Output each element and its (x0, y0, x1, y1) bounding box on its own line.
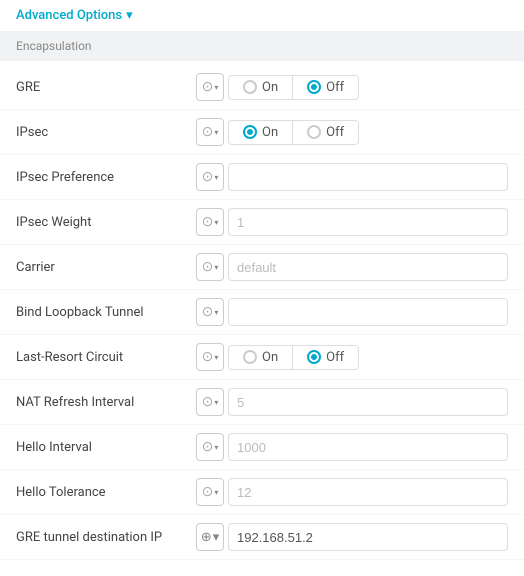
advanced-options-title: Advanced Options (16, 8, 122, 23)
options-btn-last-resort[interactable]: ⊙▾ (196, 343, 224, 371)
input-hello-interval[interactable] (228, 433, 508, 461)
label-ipsec: IPsec (16, 125, 196, 140)
radio-label-ipsec-off: Off (326, 125, 344, 140)
control-bind-loopback: ⊙▾ (196, 298, 508, 326)
input-ipsec-weight[interactable] (228, 208, 508, 236)
options-btn-bind-loopback[interactable]: ⊙▾ (196, 298, 224, 326)
control-ipsec-preference: ⊙▾ (196, 163, 508, 191)
radio-opt-last-resort-on[interactable]: On (229, 346, 293, 369)
options-btn-carrier[interactable]: ⊙▾ (196, 253, 224, 281)
radio-label-gre-off: Off (326, 80, 344, 95)
label-gre: GRE (16, 80, 196, 95)
options-btn-nat-refresh[interactable]: ⊙▾ (196, 388, 224, 416)
radio-opt-ipsec-on[interactable]: On (229, 121, 293, 144)
radio-group-gre: On Off (228, 75, 359, 100)
control-hello-interval: ⊙▾ (196, 433, 508, 461)
label-bind-loopback: Bind Loopback Tunnel (16, 305, 196, 320)
form-row-ipsec-weight: IPsec Weight⊙▾ (0, 200, 524, 245)
radio-group-last-resort: On Off (228, 345, 359, 370)
radio-opt-ipsec-off[interactable]: Off (293, 121, 358, 144)
control-ipsec-weight: ⊙▾ (196, 208, 508, 236)
control-gre-tunnel-dest: ⊕▾ (196, 523, 508, 551)
caret-icon: ▾ (213, 530, 220, 545)
form-row-gre-tunnel-dest: GRE tunnel destination IP⊕▾ (0, 515, 524, 560)
control-nat-refresh: ⊙▾ (196, 388, 508, 416)
radio-circle-last-resort-on (243, 350, 257, 364)
radio-circle-gre-off (307, 80, 321, 94)
label-hello-interval: Hello Interval (16, 440, 196, 455)
form-row-gre: GRE⊙▾ On Off (0, 65, 524, 110)
label-nat-refresh: NAT Refresh Interval (16, 395, 196, 410)
radio-circle-ipsec-off (307, 125, 321, 139)
label-ipsec-preference: IPsec Preference (16, 170, 196, 185)
form-row-ipsec: IPsec⊙▾ On Off (0, 110, 524, 155)
radio-circle-ipsec-on (243, 125, 257, 139)
globe-icon: ⊕ (201, 530, 212, 545)
globe-btn-gre-tunnel-dest[interactable]: ⊕▾ (196, 523, 224, 551)
encapsulation-section-header: Encapsulation (0, 31, 524, 61)
input-hello-tolerance[interactable] (228, 478, 508, 506)
radio-opt-gre-on[interactable]: On (229, 76, 293, 99)
radio-opt-gre-off[interactable]: Off (293, 76, 358, 99)
input-ipsec-preference[interactable] (228, 163, 508, 191)
control-hello-tolerance: ⊙▾ (196, 478, 508, 506)
control-last-resort: ⊙▾ On Off (196, 343, 508, 371)
radio-label-ipsec-on: On (262, 125, 278, 140)
label-gre-tunnel-dest: GRE tunnel destination IP (16, 530, 196, 545)
form-row-hello-interval: Hello Interval⊙▾ (0, 425, 524, 470)
label-ipsec-weight: IPsec Weight (16, 215, 196, 230)
options-btn-ipsec[interactable]: ⊙▾ (196, 118, 224, 146)
input-carrier[interactable] (228, 253, 508, 281)
label-last-resort: Last-Resort Circuit (16, 350, 196, 365)
radio-group-ipsec: On Off (228, 120, 359, 145)
advanced-options-header[interactable]: Advanced Options ▾ (0, 0, 524, 31)
options-btn-ipsec-preference[interactable]: ⊙▾ (196, 163, 224, 191)
control-ipsec: ⊙▾ On Off (196, 118, 508, 146)
radio-opt-last-resort-off[interactable]: Off (293, 346, 358, 369)
radio-circle-last-resort-off (307, 350, 321, 364)
options-btn-ipsec-weight[interactable]: ⊙▾ (196, 208, 224, 236)
form-row-carrier: Carrier⊙▾ (0, 245, 524, 290)
options-btn-gre[interactable]: ⊙▾ (196, 73, 224, 101)
control-gre: ⊙▾ On Off (196, 73, 508, 101)
radio-circle-gre-on (243, 80, 257, 94)
radio-label-last-resort-on: On (262, 350, 278, 365)
form-row-hello-tolerance: Hello Tolerance⊙▾ (0, 470, 524, 515)
form-row-bind-loopback: Bind Loopback Tunnel⊙▾ (0, 290, 524, 335)
input-gre-tunnel-dest[interactable] (228, 523, 508, 551)
form-row-last-resort: Last-Resort Circuit⊙▾ On Off (0, 335, 524, 380)
options-btn-hello-tolerance[interactable]: ⊙▾ (196, 478, 224, 506)
label-hello-tolerance: Hello Tolerance (16, 485, 196, 500)
input-bind-loopback[interactable] (228, 298, 508, 326)
input-nat-refresh[interactable] (228, 388, 508, 416)
chevron-down-icon: ▾ (126, 8, 133, 23)
form-row-nat-refresh: NAT Refresh Interval⊙▾ (0, 380, 524, 425)
radio-label-last-resort-off: Off (326, 350, 344, 365)
options-btn-hello-interval[interactable]: ⊙▾ (196, 433, 224, 461)
radio-label-gre-on: On (262, 80, 278, 95)
form-row-ipsec-preference: IPsec Preference⊙▾ (0, 155, 524, 200)
control-carrier: ⊙▾ (196, 253, 508, 281)
label-carrier: Carrier (16, 260, 196, 275)
